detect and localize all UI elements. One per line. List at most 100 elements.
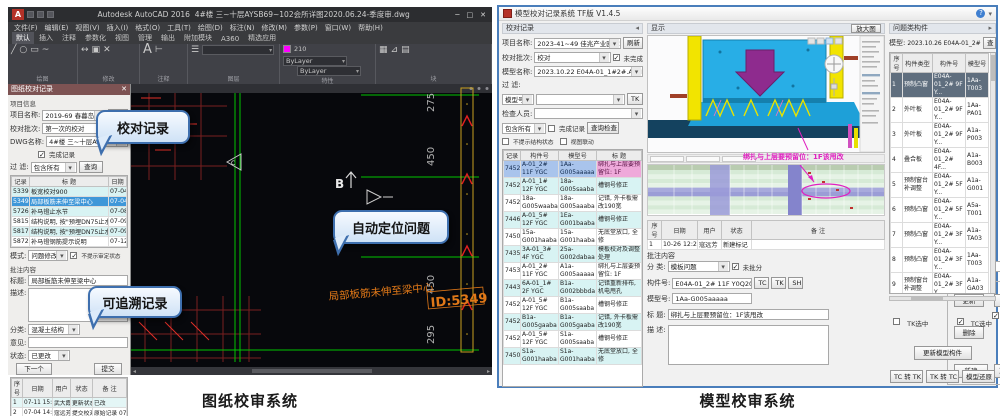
scroll-right-icon[interactable]: ▸ xyxy=(487,368,490,375)
component-input[interactable]: E04A-01_2# 11F Y0Q20 xyxy=(672,278,752,289)
table-row[interactable]: 743573A-01_3# 4F YGC25a-G002dabaa模板校对及调整… xyxy=(504,246,642,263)
sh-button[interactable]: SH xyxy=(788,277,803,289)
paste-tool-icon[interactable]: ▤ xyxy=(401,45,410,55)
menu-window[interactable]: 窗口(W) xyxy=(325,23,351,33)
layers-icon[interactable]: ☰ xyxy=(191,45,199,55)
col-model[interactable]: 模型号 xyxy=(559,151,597,161)
menu-edit[interactable]: 编辑(E) xyxy=(45,23,69,33)
col-date[interactable]: 日期 xyxy=(662,221,698,240)
scrollbar-thumb[interactable] xyxy=(252,369,372,373)
table-row[interactable]: 4叠合板E04A-01_2# 4F...A1a-B003 xyxy=(891,148,989,173)
ribbon-tab-featured[interactable]: 精选应用 xyxy=(244,32,280,44)
query-button[interactable]: 查询检查 xyxy=(587,122,619,134)
col-model[interactable]: 模型号 xyxy=(966,54,989,73)
col-type[interactable]: 构件类型 xyxy=(903,54,933,73)
view-tab[interactable] xyxy=(650,156,684,162)
model-no-input[interactable]: 1Aa-G005aaaaa xyxy=(672,293,752,304)
table-row[interactable]: 3外叶板E04A-01_2# 9F Y...A1a-P003 xyxy=(891,123,989,148)
project-name-dropdown[interactable]: 2023-41~49 佳兆产业园区2H-02#F xyxy=(534,38,621,49)
horizontal-scrollbar[interactable] xyxy=(889,296,996,301)
dimension-tool-icon[interactable]: ⊢ xyxy=(155,45,163,55)
col-remark[interactable]: 备 注 xyxy=(752,221,885,240)
col-index[interactable]: 序号 xyxy=(891,54,903,73)
ribbon-tab-annotate[interactable]: 注释 xyxy=(58,32,80,44)
table-row[interactable]: 5817结构说明, 按"预埋DN75止水节07-09 xyxy=(12,227,127,237)
record-filter-dropdown[interactable]: 包含所有 xyxy=(502,123,546,134)
menu-modify[interactable]: 修改(M) xyxy=(261,23,287,33)
opinion-input[interactable] xyxy=(28,337,128,348)
table-row[interactable]: 7预制凸窗E04A-01_2# 3F Y...A1a-TA03 xyxy=(891,223,989,248)
table-row[interactable]: 9预制窗台补调整E04A-01_2# 3F Y...A1a-GA03 xyxy=(891,273,989,295)
measure-tool-icon[interactable]: ⊿ xyxy=(391,45,399,55)
color-swatch-icon[interactable] xyxy=(283,45,291,53)
rect-tool-icon[interactable]: ▭ xyxy=(30,45,39,55)
autocad-logo-icon[interactable]: A xyxy=(12,9,24,20)
table-row[interactable]: 5339板宽校对90007-04 xyxy=(12,187,127,197)
table-row[interactable]: 74521A-01_5# 12F YGCS1a-G005saaba槽钢号修正 xyxy=(504,331,642,348)
col-record[interactable]: 记录 xyxy=(12,177,30,187)
col-date[interactable]: 日期 xyxy=(109,177,127,187)
component-filter-dropdown[interactable] xyxy=(536,94,625,105)
checker-dropdown[interactable] xyxy=(534,108,643,119)
table-row[interactable]: 6预制凸窗E04A-01_2# 5F Y...A5a-T001 xyxy=(891,198,989,223)
col-user[interactable]: 用户 xyxy=(698,221,722,240)
component-type-dropdown[interactable]: 模型号 xyxy=(502,94,534,105)
unfinished-checkbox[interactable] xyxy=(613,54,620,61)
table-row[interactable]: 8预制凸窗E04A-01_2# 3F Y...1Aa-T003 xyxy=(891,248,989,273)
arc-tool-icon[interactable]: ~ xyxy=(42,45,50,55)
tk-button[interactable]: TK xyxy=(771,277,786,289)
title-input[interactable]: 绑扎与上层要预留位：1F该甩改 xyxy=(668,309,829,320)
tc-select-checkbox[interactable] xyxy=(957,318,964,325)
collapse-icon[interactable]: ◂ xyxy=(635,24,639,33)
batch-dropdown[interactable]: 校对 xyxy=(534,52,610,63)
ribbon-tab-output[interactable]: 输出 xyxy=(157,32,179,44)
tc-button[interactable]: TC xyxy=(754,277,769,289)
block-tool-icon[interactable]: ▦ xyxy=(379,45,388,55)
pin-icon[interactable]: ▾ xyxy=(988,10,992,18)
table-row[interactable]: 5726补马镫止水节07-08 xyxy=(12,207,127,217)
ribbon-tab-a360[interactable]: A360 xyxy=(217,34,243,44)
collapse-icon[interactable]: ▸ xyxy=(988,24,992,33)
menu-parametric[interactable]: 参数(P) xyxy=(294,23,318,33)
ribbon-tab-insert[interactable]: 插入 xyxy=(35,32,57,44)
next-button[interactable]: 下一个 xyxy=(16,363,52,375)
layer-dropdown[interactable] xyxy=(202,45,274,55)
update-components-button[interactable]: 更新模型构件 xyxy=(914,346,972,360)
zoom-in-view-button[interactable]: 放大图 xyxy=(851,24,881,33)
vertical-scrollbar[interactable] xyxy=(990,53,995,293)
table-row[interactable]: 2外叶板E04A-01_2# 9F Y...1Aa-PA01 xyxy=(891,98,989,123)
category-dropdown[interactable]: 模板问题 xyxy=(668,261,730,272)
menu-help[interactable]: 帮助(H) xyxy=(358,23,383,33)
table-row[interactable]: 5预制窗台补调整E04A-01_2# 5F Y...A1a-G001 xyxy=(891,173,989,198)
table-row[interactable]: 74538A-01_2# 11F YGCA1a-G005aaaaa绑扎与上层要预… xyxy=(504,263,642,280)
view-tab[interactable] xyxy=(686,156,720,162)
desc-textarea[interactable] xyxy=(668,325,829,365)
col-title[interactable]: 标 题 xyxy=(597,151,642,161)
filter-dropdown[interactable]: 包含所有 xyxy=(31,162,77,173)
mode-dropdown[interactable]: 问题修改 xyxy=(28,250,68,261)
erase-tool-icon[interactable]: ✕ xyxy=(103,45,111,55)
close-icon[interactable]: ✕ xyxy=(478,11,488,19)
done-records-checkbox[interactable] xyxy=(38,151,45,158)
close-icon[interactable]: ✕ xyxy=(121,84,127,95)
quick-access-icon[interactable] xyxy=(27,11,34,18)
tc-to-tk-button[interactable]: TC 转 TK xyxy=(890,370,923,383)
zoom-slider[interactable] xyxy=(831,84,837,89)
table-row[interactable]: 74528A-01_2# 11F YGC1Aa-G005aaaaa绑扎与上层要预… xyxy=(504,161,642,178)
col-component[interactable]: 构件号 xyxy=(521,151,559,161)
table-row[interactable]: 74467A-01_5# 12F YGC1Ea-G001baaba槽钢号修正 xyxy=(504,212,642,229)
lineweight-dropdown[interactable]: ByLayer xyxy=(297,66,361,76)
menu-draw[interactable]: 绘图(D) xyxy=(198,23,223,33)
table-row[interactable]: 7450515a-G001haaba15a-G001haaba无底堂放口, 全修 xyxy=(504,229,642,246)
refresh-button[interactable]: 刷新 xyxy=(623,37,643,49)
scroll-left-icon[interactable]: ◂ xyxy=(133,368,136,375)
table-row[interactable]: 7452418a-G005waaba18a-G005aaaba记错, 外卡板需改… xyxy=(504,195,642,212)
title-input[interactable]: 局部板筋未伸至梁中心 xyxy=(28,275,128,286)
restore-model-button[interactable]: 模型还原 xyxy=(962,370,995,383)
menu-view[interactable]: 视图(V) xyxy=(75,23,99,33)
rebar-spreadsheet[interactable] xyxy=(647,164,885,216)
col-record[interactable]: 记录 xyxy=(504,151,521,161)
text-tool-icon[interactable]: A xyxy=(143,45,152,55)
quick-access-icon[interactable] xyxy=(37,11,44,18)
quick-access-icon[interactable] xyxy=(47,11,54,18)
